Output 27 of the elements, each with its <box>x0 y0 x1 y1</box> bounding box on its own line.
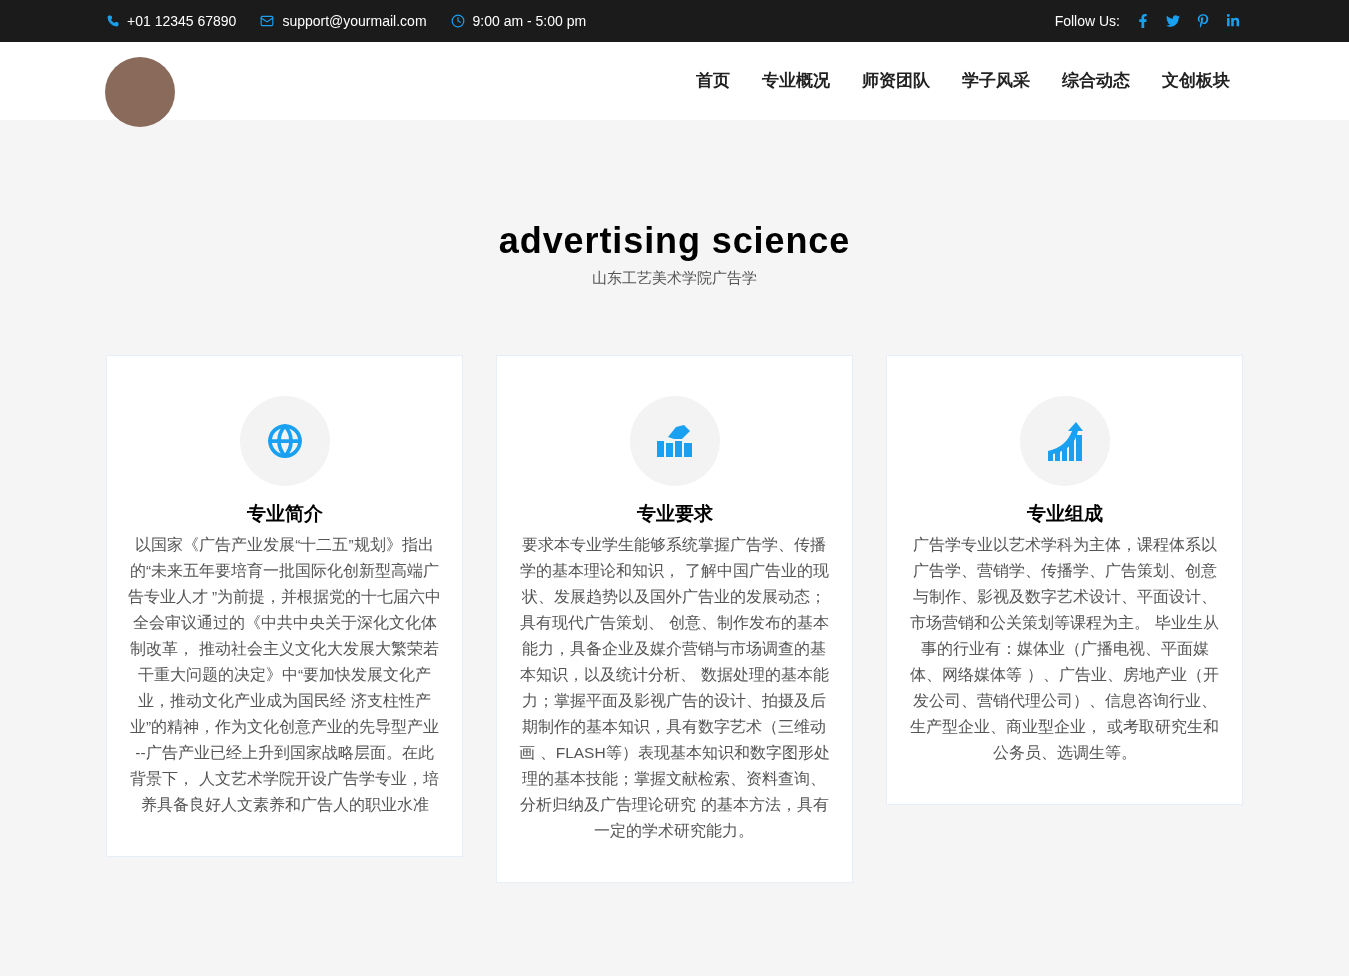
nav-link[interactable]: 文创板块 <box>1162 68 1230 94</box>
card-text: 要求本专业学生能够系统掌握广告学、传播 学的基本理论和知识， 了解中国广告业的现 状、发展趋势以及国外广告业的发展动态； 具有现代广告策划、 创意、制作发布的基本 能力，具备企业及媒介营销与市场调查的基 本知识，以及统计分析、 数据处理的基本能 力；掌握平面及影视广告的设计、拍摄及后 期制作的基本知识，具有数字艺术（三维动 画 、FLASH等）表现基本知识和数字图形处 理的基本技能；掌握文献检索、资料查询、 分析归纳及广告理论研究 的基本方法，具有 一定的学术研究能力。 <box>519 535 830 841</box>
phone-icon <box>107 15 119 27</box>
phone-number: +01 12345 67890 <box>127 12 237 31</box>
business-hours: 9:00 am - 5:00 pm <box>472 12 587 31</box>
facebook-icon[interactable] <box>1136 14 1150 28</box>
twitter-icon[interactable] <box>1166 14 1180 28</box>
card-text: 以国家《广告产业发展“十二五”规划》指出 的“未来五年要培育一批国际化创新型高端广 告专业人才 ”为前提，并根据党的十七届六中 全会审议通过的《中共中央关于深化文化体 制改革， 推动社会主义文化大发展大繁荣若 干重大问题的决定》中“要加快发展文化产 业，推动文化产业成为国民经 济支柱性产 业”的精神，作为文化创意产业的先导型产业 --广告产业已经上升到国家战略层面。在此 背景下， 人文艺术学院开设广告学专业，培 养具备良好人文素养和广告人的职业水准 <box>127 535 442 815</box>
nav-link[interactable]: 首页 <box>696 68 730 94</box>
mail-icon <box>260 14 275 28</box>
nav-link[interactable]: 师资团队 <box>862 68 930 94</box>
email-address: support@yourmail.com <box>282 12 427 31</box>
pinterest-icon[interactable] <box>1196 14 1210 28</box>
nav-link[interactable]: 专业概况 <box>762 68 830 94</box>
section-subtitle: 山东工艺美术学院广告学 <box>592 268 757 288</box>
growth-chart-icon <box>1045 420 1084 461</box>
follow-label: Follow Us: <box>1054 12 1120 31</box>
globe-icon <box>266 422 303 459</box>
clock-icon <box>450 14 465 28</box>
nav-link[interactable]: 学子风采 <box>962 68 1030 94</box>
nav-link[interactable]: 综合动态 <box>1062 68 1130 94</box>
linkedin-icon[interactable] <box>1226 14 1240 28</box>
card-title: 专业简介 <box>246 501 323 526</box>
card-title: 专业要求 <box>636 501 713 526</box>
card-text: 广告学专业以艺术学科为主体，课程体系以 广告学、营销学、传播学、广告策划、创意 与制作、影视及数字艺术设计、平面设计、 市场营销和公关策划等课程为主。 毕业生从 事的行业有：媒体业（广播电视、平面媒 体、网络媒体等 ）、广告业、房地产业（开 发公司、营销代理公司）、信息咨询行业、 生产型企业、商业型企业， 或考取研究生和 公务员、选调生等。 <box>910 535 1219 763</box>
section-title: advertising science <box>498 219 851 263</box>
card-title: 专业组成 <box>1026 501 1103 526</box>
